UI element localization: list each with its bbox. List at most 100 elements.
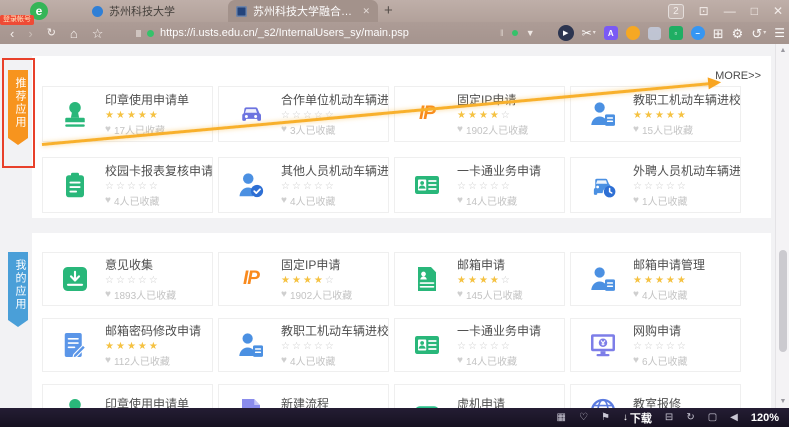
app-rating-stars: ★★★★★ xyxy=(633,109,740,123)
app-title: 邮箱申请管理 xyxy=(633,256,705,273)
app-rating-stars: ★★★★★ xyxy=(633,274,705,288)
app-title: 其他人员机动车辆进校... xyxy=(281,162,388,179)
app-rating-stars: ★★★★★ xyxy=(105,109,189,123)
tab-count-badge[interactable]: 2 xyxy=(668,4,684,19)
wallet-extension-icon[interactable] xyxy=(626,26,640,40)
globe-icon xyxy=(586,394,620,408)
history-undo-icon[interactable]: ↺▾ xyxy=(751,27,766,40)
my-apps-panel: 意见收集☆☆☆☆☆♥1893人已收藏IP固定IP申请★★★★☆♥1902人已收藏… xyxy=(32,233,771,408)
app-card[interactable]: 一卡通业务申请☆☆☆☆☆♥14人已收藏 xyxy=(394,157,565,213)
heart-icon: ♥ xyxy=(105,124,111,135)
app-rating-stars: ★★★★★ xyxy=(105,340,201,354)
app-rating-stars: ☆☆☆☆☆ xyxy=(457,180,541,194)
app-card[interactable]: IP固定IP申请★★★★☆♥1902人已收藏 xyxy=(394,86,565,142)
app-card[interactable]: 邮箱申请管理★★★★★♥4人已收藏 xyxy=(570,252,741,306)
heart-icon: ♥ xyxy=(281,124,287,135)
heart-icon: ♥ xyxy=(105,195,111,206)
app-card[interactable]: 新建流程☆☆☆☆☆ xyxy=(218,384,389,408)
recommended-apps-panel: MORE>> 印章使用申请单★★★★★♥17人已收藏合作单位机动车辆进校...☆… xyxy=(32,56,771,218)
url-dropdown-icon[interactable]: ▼ xyxy=(526,28,535,38)
new-tab-button[interactable]: + xyxy=(384,2,393,20)
app-card[interactable]: 校园卡报表复核申请☆☆☆☆☆♥4人已收藏 xyxy=(42,157,213,213)
forward-button[interactable]: › xyxy=(28,27,32,40)
sync-icon[interactable]: ↻ xyxy=(686,413,694,423)
flag-icon[interactable]: ⚑ xyxy=(601,413,610,423)
printer-icon[interactable]: ⊟ xyxy=(665,413,673,423)
extensions-grid-icon[interactable]: ▦ xyxy=(557,413,566,423)
scroll-down-icon[interactable]: ▼ xyxy=(776,398,789,405)
back-button[interactable]: ‹ xyxy=(10,27,14,40)
app-title: 教职工机动车辆进校信... xyxy=(281,322,388,339)
app-card[interactable]: 其他人员机动车辆进校...☆☆☆☆☆♥4人已收藏 xyxy=(218,157,389,213)
app-title: 固定IP申请 xyxy=(281,256,352,273)
window-switch-icon[interactable]: ▢ xyxy=(708,413,717,423)
maximize-button[interactable]: □ xyxy=(751,5,758,17)
refresh-button[interactable]: ↻ xyxy=(47,28,56,39)
app-card[interactable]: 一卡通业务申请☆☆☆☆☆♥14人已收藏 xyxy=(394,318,565,372)
app-title: 校园卡报表复核申请 xyxy=(105,162,212,179)
clipboard-icon xyxy=(58,168,92,202)
tab-close-icon[interactable]: ✕ xyxy=(362,6,370,17)
heart-icon: ♥ xyxy=(281,355,287,366)
site-info-icon[interactable] xyxy=(136,30,141,37)
tab-list-icon[interactable]: ⊡ xyxy=(699,5,709,17)
apps-grid-icon[interactable]: ⊞ xyxy=(713,27,724,40)
settings-gear-icon[interactable]: ⚙ xyxy=(732,27,744,40)
app-title: 教职工机动车辆进校信... xyxy=(633,91,740,108)
heart-icon: ♥ xyxy=(105,355,111,366)
tab-university-home[interactable]: 苏州科技大学 xyxy=(84,0,226,22)
app-card[interactable]: 印章使用申请单★★★★★ xyxy=(42,384,213,408)
home-button[interactable]: ⌂ xyxy=(70,27,78,40)
reader-mode-icon[interactable]: ‖ xyxy=(500,28,504,38)
menu-hamburger-icon[interactable]: ☰ xyxy=(774,27,785,39)
close-button[interactable]: ✕ xyxy=(773,5,783,17)
speaker-icon[interactable]: ◀ xyxy=(730,413,738,423)
app-title: 新建流程 xyxy=(281,395,336,408)
app-favorite-count: ♥3人已收藏 xyxy=(281,122,388,137)
app-favorite-count: ♥14人已收藏 xyxy=(457,353,541,368)
app-card[interactable]: 教室报修☆☆☆☆☆ xyxy=(570,384,741,408)
zoom-level[interactable]: 120% xyxy=(751,412,779,424)
translate-extension-icon[interactable]: A xyxy=(604,26,618,40)
stamp-icon xyxy=(58,394,92,408)
scrollbar-thumb[interactable] xyxy=(779,250,787,352)
download-button[interactable]: ↓ 下载 xyxy=(623,410,652,426)
app-card[interactable]: 外聘人员机动车辆进校...☆☆☆☆☆♥1人已收藏 xyxy=(570,157,741,213)
cloud-extension-icon[interactable]: – xyxy=(691,26,705,40)
app-card[interactable]: 网购申请☆☆☆☆☆♥6人已收藏 xyxy=(570,318,741,372)
app-card[interactable]: IP固定IP申请★★★★☆♥1902人已收藏 xyxy=(218,252,389,306)
app-rating-stars: ★★★★☆ xyxy=(457,274,523,288)
app-title: 邮箱申请 xyxy=(457,256,523,273)
favorite-star-icon[interactable]: ☆ xyxy=(92,27,104,40)
app-favorite-count: ♥1902人已收藏 xyxy=(457,122,528,137)
heart-icon: ♥ xyxy=(633,289,639,300)
person-doc-icon xyxy=(234,328,268,362)
login-account-badge[interactable]: 登录帐号 xyxy=(0,15,34,25)
app-rating-stars: ★★★★☆ xyxy=(457,109,528,123)
tab-favicon xyxy=(236,6,247,17)
app-card[interactable]: 邮箱密码修改申请★★★★★♥112人已收藏 xyxy=(42,318,213,372)
app-card[interactable]: 印章使用申请单★★★★★♥17人已收藏 xyxy=(42,86,213,142)
tab-my-apps[interactable]: 我的应用 xyxy=(8,252,28,320)
screenshot-scissors-icon[interactable]: ✂▾ xyxy=(582,27,596,39)
app-card[interactable]: 意见收集☆☆☆☆☆♥1893人已收藏 xyxy=(42,252,213,306)
heart-icon[interactable]: ♡ xyxy=(579,413,588,423)
more-link[interactable]: MORE>> xyxy=(715,70,761,82)
scroll-up-icon[interactable]: ▲ xyxy=(776,47,789,54)
server-icon xyxy=(410,394,444,408)
app-card[interactable]: 邮箱申请★★★★☆♥145人已收藏 xyxy=(394,252,565,306)
inbox-icon xyxy=(58,262,92,296)
tab-portal-active[interactable]: 苏州科技大学融合门户 ✕ xyxy=(228,0,378,22)
app-favorite-count: ♥15人已收藏 xyxy=(633,122,740,137)
doc-icon xyxy=(234,394,268,408)
minimize-button[interactable]: — xyxy=(724,5,736,17)
app-rating-stars: ☆☆☆☆☆ xyxy=(105,180,212,194)
speed-mode-icon[interactable]: ▶ xyxy=(558,25,574,41)
app-card[interactable]: 教职工机动车辆进校信...☆☆☆☆☆♥4人已收藏 xyxy=(218,318,389,372)
heart-icon: ♥ xyxy=(281,289,287,300)
wechat-extension-icon[interactable]: ▫ xyxy=(669,26,683,40)
url-input[interactable]: https://i.usts.edu.cn/_s2/InternalUsers_… xyxy=(160,27,409,39)
app-card[interactable]: 虚机申请★★★★★ xyxy=(394,384,565,408)
notes-extension-icon[interactable] xyxy=(648,27,661,40)
page-scrollbar[interactable]: ▲ ▼ xyxy=(775,44,789,408)
